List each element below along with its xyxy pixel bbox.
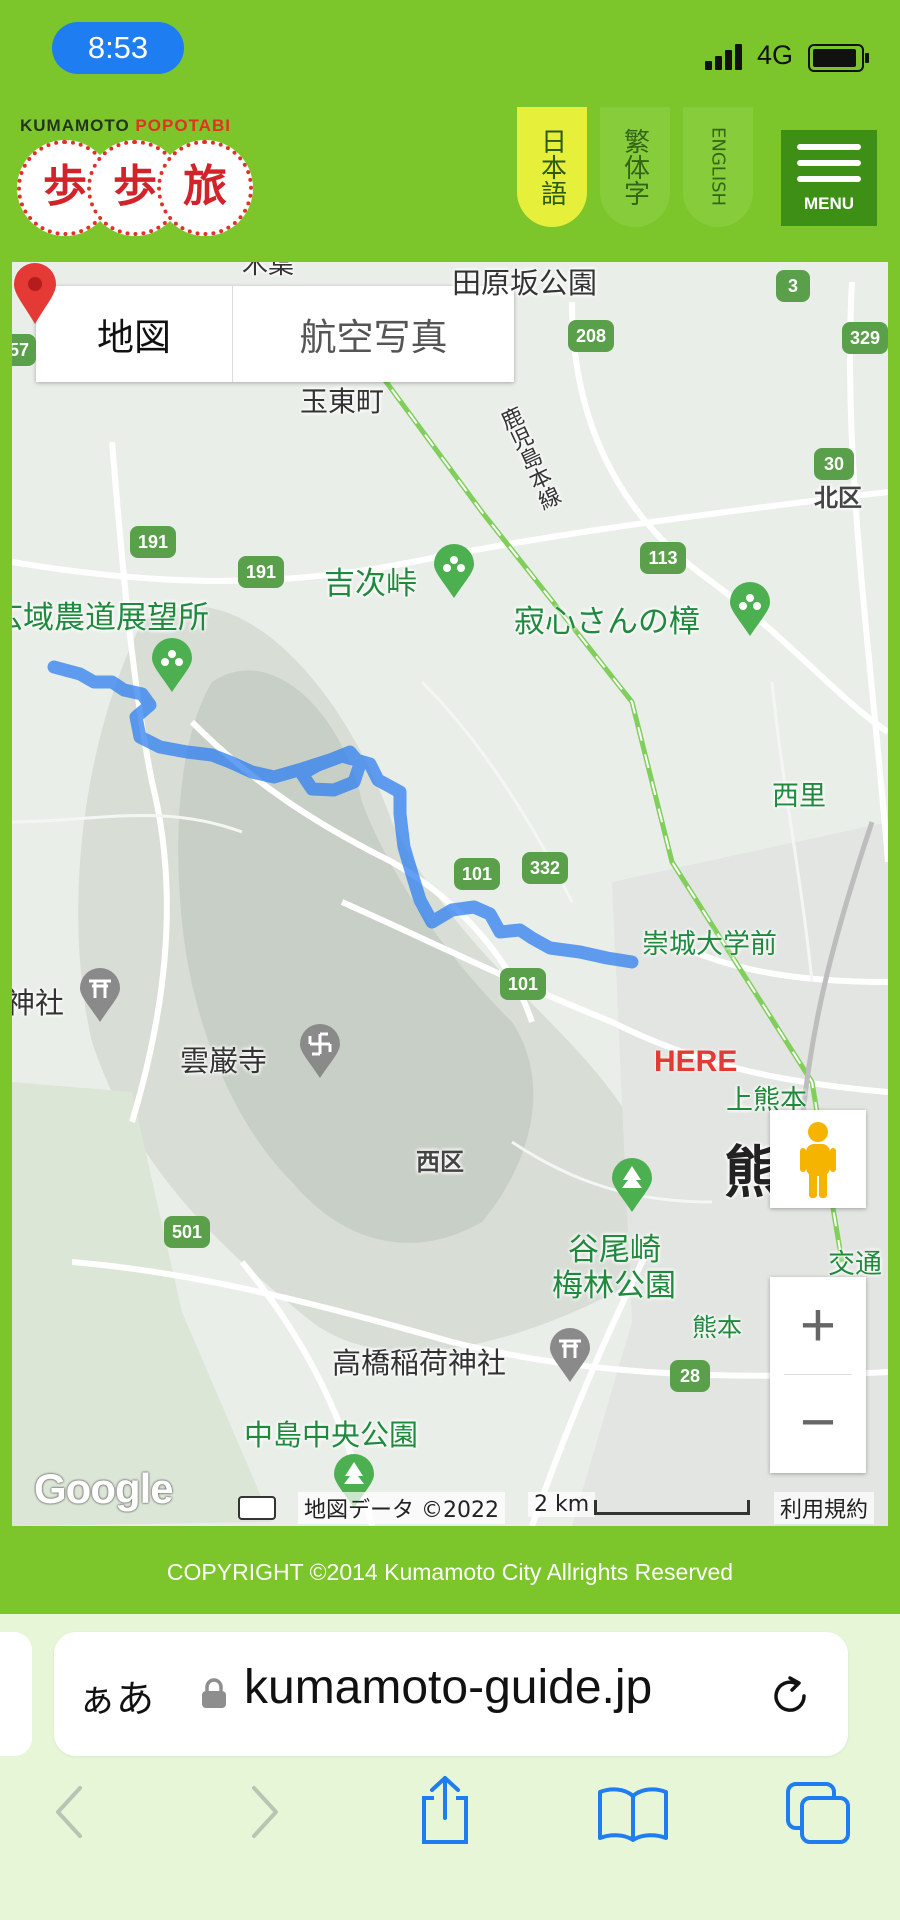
location-pin-icon[interactable] [12,262,58,326]
route-shield: 28 [670,1360,710,1392]
logo-emblem[interactable]: 歩 歩 旅 [17,140,253,238]
network-label: 4G [757,40,794,70]
route-shield: 329 [842,322,888,354]
pegman-icon [800,1122,836,1198]
lang-english-tab[interactable]: ENGLISH [683,107,753,227]
map-terms-link[interactable]: 利用規約 [774,1492,875,1524]
map-type-toggle[interactable]: 地図 航空写真 [36,286,514,382]
map-label-nakajima[interactable]: 中島中央公園 [244,1412,418,1454]
map-label-sojo[interactable]: 崇城大学前 [642,922,777,961]
map-label-kitsugi[interactable]: 吉次峠 [324,558,417,603]
logo-text[interactable]: KUMAMOTO POPOTABI [20,116,231,136]
site-footer-copyright: COPYRIGHT ©2014 Kumamoto City Allrights … [0,1526,900,1614]
map-label-bairin[interactable]: 梅林公園 [552,1260,676,1305]
lang-traditional-chinese-tab[interactable]: 繁体字 [600,107,670,227]
map-label-ungan[interactable]: 雲巌寺 [180,1038,267,1080]
zoom-control: + − [770,1277,866,1473]
reader-options-button[interactable]: ぁあ [78,1668,154,1723]
map-scale-label[interactable]: 2 km [528,1492,596,1517]
map-data-attribution[interactable]: 地図データ ©2022 [298,1492,505,1524]
route-shield: 191 [238,556,284,588]
route-shield: 3 [776,270,810,302]
lang-japanese-tab[interactable]: 日本語 [517,107,587,227]
logo-popotabi: POPOTABI [135,116,231,135]
route-shield: 208 [568,320,614,352]
browser-toolbar: ぁあ kumamoto-guide.jp [0,1614,900,1920]
signal-icon [705,42,747,70]
url-text[interactable]: kumamoto-guide.jp [244,1660,652,1715]
route-shield: 191 [130,526,176,558]
map-label-takahashi[interactable]: 高橋稲荷神社 [332,1340,506,1382]
map-label-kumamoto-station: 熊本 [692,1313,743,1342]
route-shield: 501 [164,1216,210,1248]
previous-tab-edge[interactable] [0,1632,32,1756]
park-marker-icon[interactable] [728,582,772,638]
map-view[interactable]: 地図 航空写真 田原坂公園 木葉 玉東町 鹿児島本線 北区 吉次峠 寂心さんの樟… [12,262,888,1526]
zoom-out-button[interactable]: − [770,1374,866,1471]
reload-icon[interactable] [766,1672,814,1720]
menu-button[interactable]: MENU [781,130,877,226]
battery-icon [808,44,869,72]
route-shield: 57 [12,334,36,366]
forward-icon[interactable] [244,1782,284,1842]
status-bar: 8:53 4G [0,0,900,105]
shrine-marker-icon[interactable] [548,1328,592,1384]
route-shield: 30 [814,448,854,480]
keyboard-icon[interactable] [238,1496,276,1520]
address-bar[interactable]: ぁあ kumamoto-guide.jp [54,1632,848,1756]
route-shield: 101 [454,858,500,890]
map-label-kotsu: 交通 [828,1249,882,1280]
shrine-marker-icon[interactable] [78,968,122,1024]
tabs-icon[interactable] [784,1780,854,1846]
logo-kumamoto: KUMAMOTO [20,116,130,135]
map-label-nishisato[interactable]: 西里 [772,774,826,813]
street-view-button[interactable] [770,1110,866,1208]
map-scale-bar[interactable] [594,1500,750,1515]
map-attribution-bar: 地図データ ©2022 2 km 利用規約 [12,1488,888,1526]
map-type-map-button[interactable]: 地図 [36,286,233,382]
map-label-jinja-left: 神社 [12,986,65,1020]
park-marker-icon[interactable] [150,638,194,694]
map-label-jakushin[interactable]: 寂心さんの樟 [514,596,700,641]
bookmarks-icon[interactable] [596,1784,670,1842]
route-shield: 113 [640,542,686,574]
park-marker-icon[interactable] [432,544,476,600]
logo-circle-3: 旅 [157,140,253,236]
map-label-nodo[interactable]: 広域農道展望所 [12,592,209,637]
route-shield: 101 [500,968,546,1000]
menu-label: MENU [803,194,855,213]
map-label-tawarazaka[interactable]: 田原坂公園 [452,262,597,302]
map-canvas[interactable] [12,262,888,1526]
share-icon[interactable] [414,1774,476,1846]
zoom-in-button[interactable]: + [770,1277,866,1374]
here-label: HERE [654,1045,738,1078]
map-label-kohaba: 木葉 [242,262,295,280]
temple-marker-icon[interactable] [298,1024,342,1080]
hamburger-icon [797,144,861,150]
tree-marker-icon[interactable] [610,1158,654,1214]
back-icon[interactable] [50,1782,90,1842]
lock-icon [202,1678,226,1708]
route-shield: 332 [522,852,568,884]
map-label-nishiku: 西区 [416,1148,464,1176]
map-label-kitaku: 北区 [814,484,862,512]
status-time[interactable]: 8:53 [52,22,184,74]
map-label-tamahigashi: 玉東町 [300,385,385,418]
